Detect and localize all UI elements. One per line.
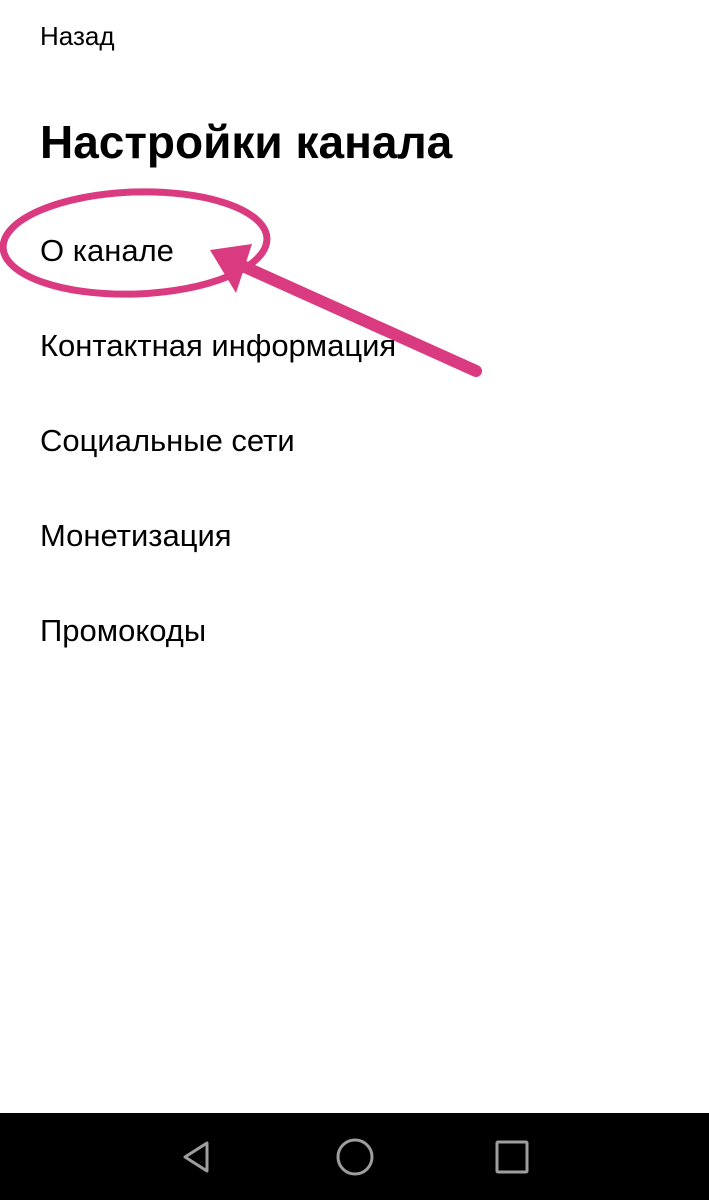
menu-item-about-channel[interactable]: О канале <box>0 203 709 298</box>
nav-back-button[interactable] <box>157 1113 237 1200</box>
menu-item-promocodes[interactable]: Промокоды <box>0 583 709 678</box>
home-circle-icon <box>336 1138 374 1175</box>
nav-recents-button[interactable] <box>472 1113 552 1200</box>
system-navigation-bar <box>0 1113 709 1200</box>
menu-item-monetization[interactable]: Монетизация <box>0 488 709 583</box>
back-link[interactable]: Назад <box>40 18 115 54</box>
back-triangle-icon <box>183 1141 209 1172</box>
nav-home-button[interactable] <box>315 1113 395 1200</box>
menu-item-contact-info[interactable]: Контактная информация <box>0 298 709 393</box>
page-title: Настройки канала <box>40 116 453 168</box>
menu-item-social-networks[interactable]: Социальные сети <box>0 393 709 488</box>
settings-menu: О канале Контактная информация Социальны… <box>0 203 709 678</box>
recents-square-icon <box>495 1140 529 1173</box>
